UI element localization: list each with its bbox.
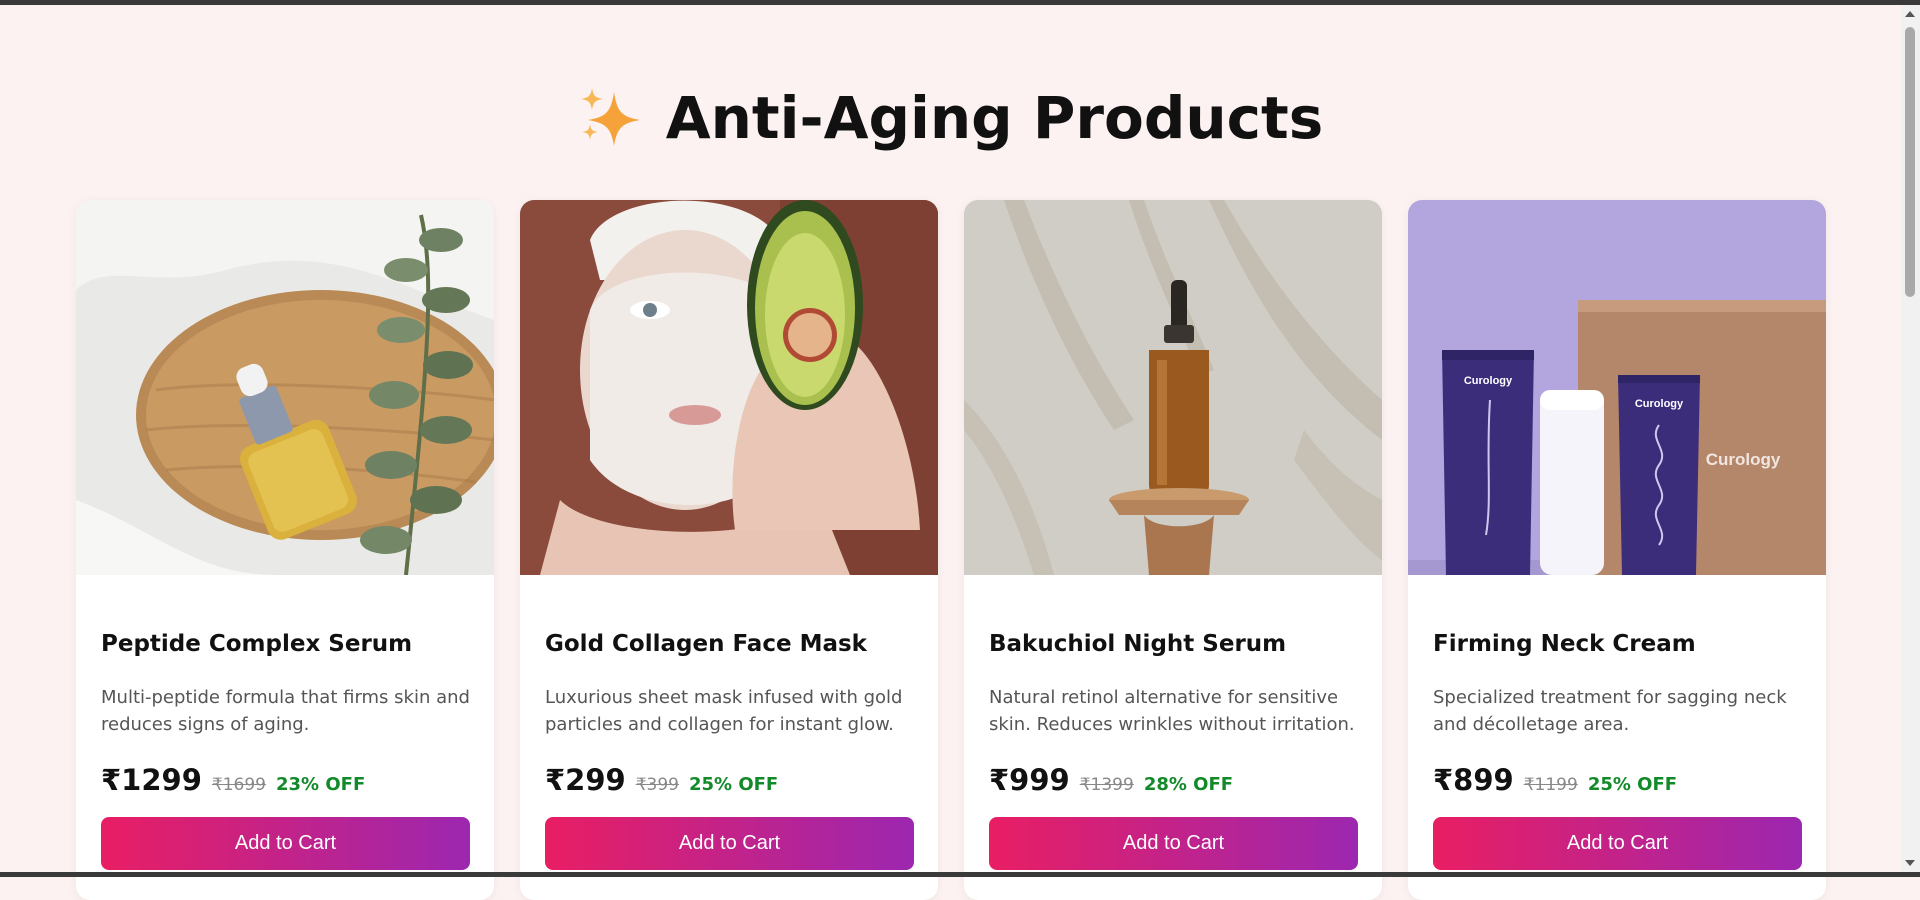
product-description: Multi-peptide formula that firms skin an…: [101, 687, 470, 735]
current-price: ₹1299: [101, 763, 202, 797]
product-title: Bakuchiol Night Serum: [989, 631, 1287, 657]
tube-brand-label-2: Curology: [1635, 398, 1684, 410]
scrollbar-thumb[interactable]: [1905, 27, 1915, 297]
price-row: ₹899 ₹1199 25% OFF: [1433, 763, 1677, 797]
original-price: ₹399: [635, 775, 679, 795]
current-price: ₹899: [1433, 763, 1514, 797]
dropper-bottle-photo: [964, 200, 1382, 575]
sparkles-icon: [580, 88, 640, 146]
product-card: Gold Collagen Face Mask Luxurious sheet …: [520, 200, 938, 900]
page-title-text: Anti-Aging Products: [665, 84, 1324, 152]
tube-brand-label: Curology: [1464, 375, 1513, 387]
product-title: Gold Collagen Face Mask: [545, 631, 867, 657]
product-image[interactable]: [520, 200, 938, 575]
discount-badge: 25% OFF: [688, 774, 779, 795]
product-card: Curology Curology Curology Firming Neck …: [1408, 200, 1826, 900]
product-card: Peptide Complex Serum Multi-peptide form…: [76, 200, 494, 900]
add-to-cart-button[interactable]: Add to Cart: [545, 817, 914, 870]
price-row: ₹999 ₹1399 28% OFF: [989, 763, 1233, 797]
box-brand-label: Curology: [1706, 450, 1781, 469]
discount-badge: 23% OFF: [276, 774, 366, 795]
original-price: ₹1199: [1523, 775, 1578, 795]
page-body: Anti-Aging Products Peptide Complex Seru…: [0, 5, 1901, 900]
product-description: Luxurious sheet mask infused with gold p…: [545, 687, 903, 735]
product-title: Peptide Complex Serum: [101, 631, 413, 657]
scroll-up-arrow-icon[interactable]: [1905, 11, 1915, 17]
product-image[interactable]: Curology Curology Curology: [1408, 200, 1826, 575]
page-title: Anti-Aging Products: [0, 83, 1901, 153]
price-row: ₹1299 ₹1699 23% OFF: [101, 763, 365, 797]
product-description: Natural retinol alternative for sensitiv…: [989, 687, 1355, 735]
face-mask-photo: [520, 200, 938, 575]
product-title: Firming Neck Cream: [1433, 631, 1696, 657]
product-image[interactable]: [964, 200, 1382, 575]
price-row: ₹299 ₹399 25% OFF: [545, 763, 778, 797]
discount-badge: 25% OFF: [1587, 774, 1678, 795]
add-to-cart-button[interactable]: Add to Cart: [101, 817, 470, 870]
window-bottom-border: [0, 872, 1920, 877]
serum-bottle-photo: [76, 200, 494, 575]
original-price: ₹1399: [1079, 775, 1134, 795]
neck-cream-tubes-photo: Curology Curology Curology: [1408, 200, 1826, 575]
current-price: ₹299: [545, 763, 626, 797]
original-price: ₹1699: [211, 775, 266, 795]
current-price: ₹999: [989, 763, 1070, 797]
vertical-scrollbar[interactable]: [1901, 5, 1920, 872]
add-to-cart-button[interactable]: Add to Cart: [989, 817, 1358, 870]
product-description: Specialized treatment for sagging neck a…: [1433, 687, 1787, 735]
scroll-down-arrow-icon[interactable]: [1905, 860, 1915, 866]
product-card: Bakuchiol Night Serum Natural retinol al…: [964, 200, 1382, 900]
discount-badge: 28% OFF: [1143, 774, 1234, 795]
add-to-cart-button[interactable]: Add to Cart: [1433, 817, 1802, 870]
product-image[interactable]: [76, 200, 494, 575]
